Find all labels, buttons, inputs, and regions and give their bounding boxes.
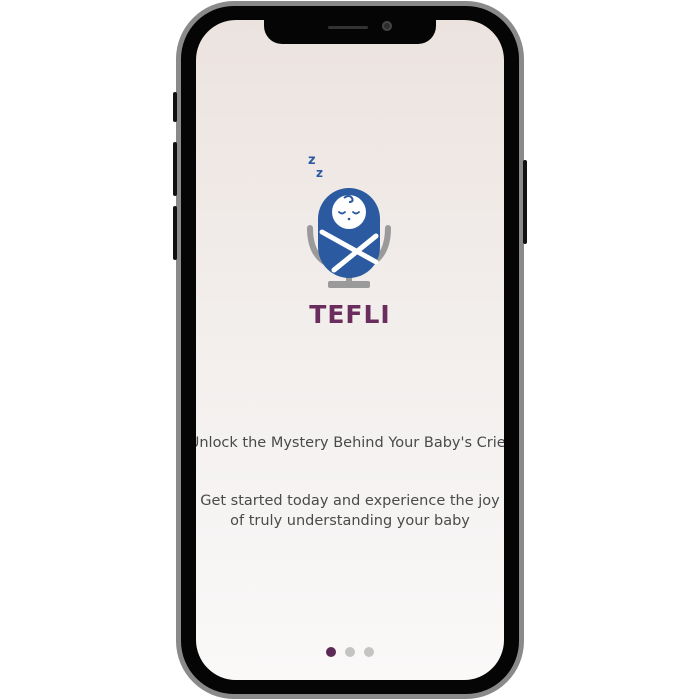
zz-sleep-icon: z z	[308, 153, 323, 180]
device-frame-stage: z z TEFLI Unlock the Mystery Behind Your…	[0, 0, 700, 700]
onboarding-subtext: Get started today and experience the joy…	[196, 491, 504, 531]
page-indicator	[196, 647, 504, 657]
sleeping-baby-microphone-logo-icon: z z	[307, 153, 391, 288]
power-button	[523, 160, 527, 244]
page-dot-3[interactable]	[364, 647, 374, 657]
onboarding-headline: Unlock the Mystery Behind Your Baby's Cr…	[196, 435, 504, 451]
onboarding-subtext-line-1: Get started today and experience the joy	[200, 493, 500, 509]
earpiece-speaker	[328, 26, 368, 29]
app-screen[interactable]: z z TEFLI Unlock the Mystery Behind Your…	[196, 20, 504, 680]
volume-down-button	[173, 206, 177, 260]
notch	[264, 20, 436, 44]
page-dot-1[interactable]	[326, 647, 336, 657]
svg-text:z: z	[316, 166, 323, 180]
front-camera	[382, 21, 392, 31]
page-dot-2[interactable]	[345, 647, 355, 657]
svg-text:z: z	[308, 153, 316, 168]
volume-up-button	[173, 142, 177, 196]
onboarding-subtext-line-2: of truly understanding your baby	[230, 513, 470, 529]
mute-switch	[173, 92, 177, 122]
app-title: TEFLI	[309, 300, 391, 329]
